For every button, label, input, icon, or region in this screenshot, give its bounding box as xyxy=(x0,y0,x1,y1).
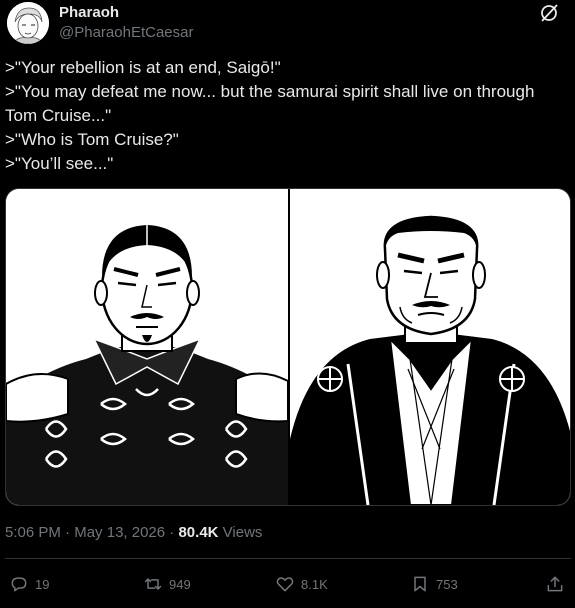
media-image-left[interactable] xyxy=(6,189,289,505)
grok-slash-icon[interactable] xyxy=(538,2,560,24)
divider xyxy=(5,558,571,559)
tweet-time[interactable]: 5:06 PM xyxy=(5,524,61,541)
tweet-line: >"Who is Tom Cruise?" xyxy=(5,130,179,149)
tweet-meta: 5:06 PM · May 13, 2026 · 80.4K Views xyxy=(5,524,262,541)
author-name[interactable]: Pharaoh xyxy=(59,4,119,21)
tweet-media[interactable] xyxy=(5,188,571,506)
bookmark-button[interactable]: 753 xyxy=(410,574,458,594)
views-label: Views xyxy=(222,524,263,541)
meta-separator: · xyxy=(65,524,71,541)
tweet-line: >"You may defeat me now... but the samur… xyxy=(5,82,539,125)
retweet-count: 949 xyxy=(169,576,191,592)
tweet-date[interactable]: May 13, 2026 xyxy=(74,524,165,541)
retweet-button[interactable]: 949 xyxy=(143,574,191,594)
tweet-line: >"Your rebellion is at an end, Saigō!" xyxy=(5,58,281,77)
share-icon xyxy=(547,576,563,592)
share-button[interactable] xyxy=(545,574,565,594)
reply-button[interactable]: 19 xyxy=(9,574,49,594)
tweet-header: Pharaoh @PharaohEtCaesar xyxy=(5,0,570,48)
reply-count: 19 xyxy=(35,576,50,592)
tweet-text: >"Your rebellion is at an end, Saigō!" >… xyxy=(5,56,565,176)
like-count: 8.1K xyxy=(301,576,328,592)
heart-icon xyxy=(276,577,294,592)
tweet-line: >"You’ll see..." xyxy=(5,154,114,173)
media-image-right[interactable] xyxy=(290,189,570,505)
like-button[interactable]: 8.1K xyxy=(275,574,328,594)
retweet-icon xyxy=(144,578,162,590)
avatar[interactable] xyxy=(7,2,49,44)
action-bar: 19 949 8.1K 753 xyxy=(5,566,571,602)
bookmark-icon xyxy=(414,576,426,592)
bookmark-count: 753 xyxy=(436,576,458,592)
author-handle[interactable]: @PharaohEtCaesar xyxy=(59,24,193,41)
views-count: 80.4K xyxy=(178,524,219,541)
meta-separator: · xyxy=(169,524,175,541)
reply-icon xyxy=(11,577,27,592)
